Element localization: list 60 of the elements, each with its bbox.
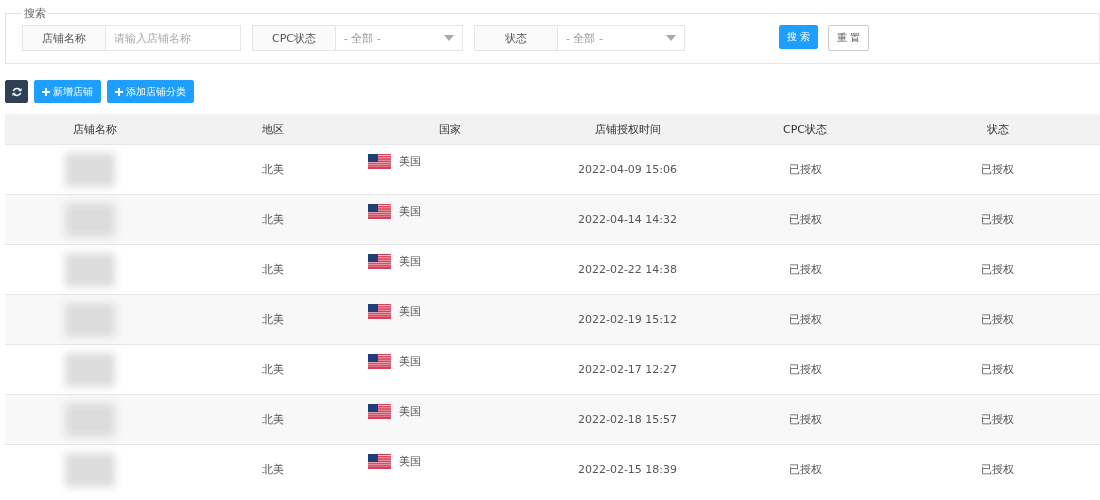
caret-icon bbox=[444, 35, 454, 41]
table-cell: 北美 bbox=[185, 294, 360, 345]
blurred-text bbox=[65, 452, 115, 487]
add-store-button[interactable]: 新增店铺 bbox=[34, 80, 101, 103]
flag-icon bbox=[368, 454, 391, 469]
field-label: 店铺名称 bbox=[22, 25, 106, 51]
flag-icon bbox=[368, 254, 391, 269]
flag-icon bbox=[368, 354, 391, 369]
input-field[interactable]: 请输入店铺名称 bbox=[106, 25, 241, 51]
column-header: 状态 bbox=[895, 114, 1100, 145]
flag-icon bbox=[368, 304, 391, 319]
flag-icon bbox=[368, 404, 391, 419]
table-cell: 2022-02-19 15:12 bbox=[540, 294, 715, 345]
country-name: 美国 bbox=[399, 354, 421, 369]
table-cell: 北美 bbox=[185, 194, 360, 245]
table-cell: 2022-02-15 18:39 bbox=[540, 444, 715, 494]
refresh-button[interactable] bbox=[5, 80, 28, 103]
country-name: 美国 bbox=[399, 404, 421, 419]
table-cell: 已授权 bbox=[715, 394, 895, 445]
column-header: 国家 bbox=[360, 114, 540, 145]
plus-icon bbox=[42, 87, 50, 96]
flag-icon bbox=[368, 154, 391, 169]
blurred-text bbox=[65, 202, 115, 237]
table-cell: 已授权 bbox=[895, 294, 1100, 345]
column-header: CPC状态 bbox=[715, 114, 895, 145]
column-header: 店铺授权时间 bbox=[540, 114, 715, 145]
plus-icon bbox=[115, 87, 123, 96]
table-cell: 2022-02-18 15:57 bbox=[540, 394, 715, 445]
reset-button[interactable]: 重 置 bbox=[828, 25, 870, 51]
country-name: 美国 bbox=[399, 254, 421, 269]
table-cell: 已授权 bbox=[895, 444, 1100, 494]
table-cell: 已授权 bbox=[715, 194, 895, 245]
blurred-text bbox=[65, 152, 115, 187]
select-field[interactable]: - 全部 - bbox=[558, 25, 685, 51]
blurred-text bbox=[65, 352, 115, 387]
column-header: 地区 bbox=[185, 114, 360, 145]
table-cell: 已授权 bbox=[895, 194, 1100, 245]
country-name: 美国 bbox=[399, 304, 421, 319]
select-field[interactable]: - 全部 - bbox=[336, 25, 463, 51]
table-cell: 北美 bbox=[185, 444, 360, 494]
table-cell: 北美 bbox=[185, 394, 360, 445]
table-cell: 已授权 bbox=[895, 394, 1100, 445]
country-name: 美国 bbox=[399, 154, 421, 169]
search-legend: 搜索 bbox=[22, 6, 48, 21]
search-button[interactable]: 搜 索 bbox=[779, 25, 819, 49]
caret-icon bbox=[666, 35, 676, 41]
table-cell: 已授权 bbox=[715, 444, 895, 494]
field-label: 状态 bbox=[474, 25, 558, 51]
flag-icon bbox=[368, 204, 391, 219]
country-name: 美国 bbox=[399, 204, 421, 219]
add-category-button[interactable]: 添加店铺分类 bbox=[107, 80, 194, 103]
column-header: 店铺名称 bbox=[5, 114, 185, 145]
refresh-icon bbox=[11, 86, 22, 97]
blurred-text bbox=[65, 252, 115, 287]
blurred-text bbox=[65, 302, 115, 337]
field-label: CPC状态 bbox=[252, 25, 336, 51]
table-cell: 已授权 bbox=[715, 294, 895, 345]
country-name: 美国 bbox=[399, 454, 421, 469]
blurred-text bbox=[65, 402, 115, 437]
table-cell: 2022-04-14 14:32 bbox=[540, 194, 715, 245]
